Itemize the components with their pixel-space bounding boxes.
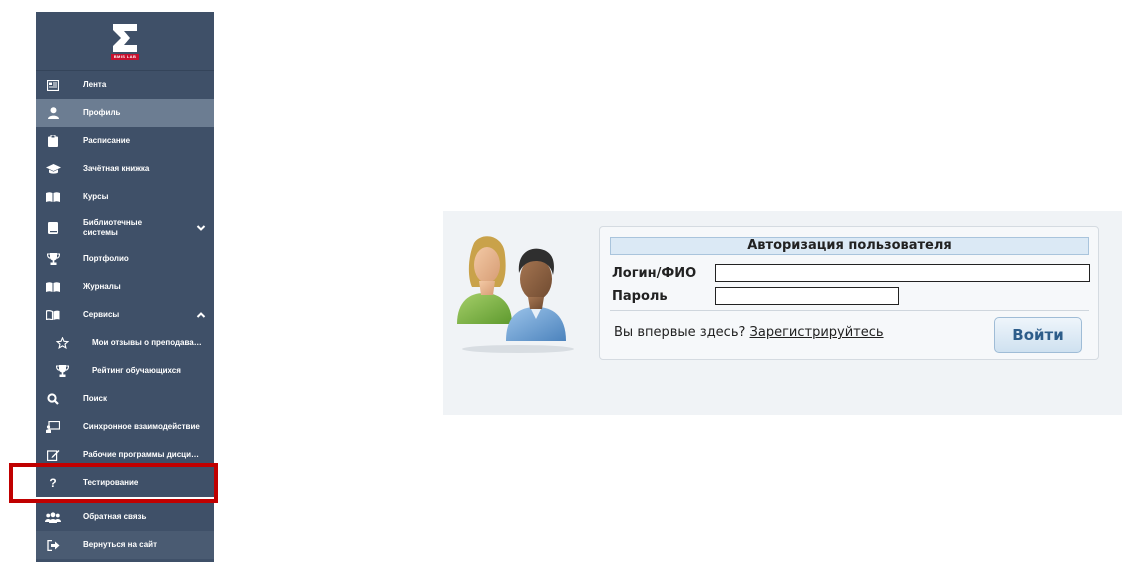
users-illustration-icon bbox=[457, 236, 574, 353]
sidebar-item-journals[interactable]: Журналы bbox=[36, 273, 214, 301]
page: BMIS LAB Лента Профиль Расписание Зачётн… bbox=[0, 0, 1122, 562]
star-icon bbox=[54, 336, 70, 350]
login-label: Логин/ФИО bbox=[612, 266, 697, 281]
login-input[interactable] bbox=[715, 264, 1090, 282]
presentation-icon bbox=[45, 420, 61, 434]
chevron-up-icon[interactable] bbox=[196, 310, 206, 320]
sidebar-item-label: Вернуться на сайт bbox=[83, 540, 158, 549]
sidebar-item-label: Зачётная книжка bbox=[83, 164, 150, 173]
graduation-cap-icon bbox=[45, 162, 61, 176]
newspaper-icon bbox=[45, 78, 61, 92]
sidebar-nav: Лента Профиль Расписание Зачётная книжка bbox=[36, 71, 214, 559]
trophy-icon bbox=[45, 252, 61, 266]
sign-out-icon bbox=[45, 538, 61, 552]
sidebar-item-label: Сервисы bbox=[83, 310, 120, 319]
sidebar-item-label: Расписание bbox=[83, 136, 131, 145]
book-icon bbox=[45, 221, 61, 235]
sidebar-item-label: Журналы bbox=[83, 282, 121, 291]
first-time-text: Вы впервые здесь? bbox=[614, 325, 746, 340]
sidebar-item-label: Синхронное взаимодействие bbox=[83, 422, 200, 431]
sidebar-item-label: Рабочие программы дисциплин bbox=[83, 450, 202, 459]
sidebar-item-label: Мои отзывы о преподавателях bbox=[92, 338, 202, 347]
sidebar: BMIS LAB Лента Профиль Расписание Зачётн… bbox=[36, 12, 214, 562]
sidebar-item-feed[interactable]: Лента bbox=[36, 71, 214, 99]
clipboard-icon bbox=[45, 134, 61, 148]
sidebar-item-gradebook[interactable]: Зачётная книжка bbox=[36, 155, 214, 183]
users-icon bbox=[45, 510, 61, 524]
sidebar-item-search[interactable]: Поиск bbox=[36, 385, 214, 413]
sidebar-item-testing[interactable]: ? Тестирование bbox=[36, 469, 214, 497]
sidebar-item-student-rating[interactable]: Рейтинг обучающихся bbox=[36, 357, 214, 385]
sidebar-item-profile[interactable]: Профиль bbox=[36, 99, 214, 127]
sidebar-item-work-programs[interactable]: Рабочие программы дисциплин bbox=[36, 441, 214, 469]
sidebar-item-label: Профиль bbox=[83, 108, 121, 117]
sidebar-item-courses[interactable]: Курсы bbox=[36, 183, 214, 211]
login-form: Авторизация пользователя Логин/ФИО Парол… bbox=[599, 226, 1099, 360]
sidebar-item-label: Курсы bbox=[83, 192, 109, 201]
sidebar-item-label: Рейтинг обучающихся bbox=[92, 366, 181, 375]
password-label: Пароль bbox=[612, 289, 668, 304]
book-open-icon bbox=[45, 280, 61, 294]
sidebar-item-library[interactable]: Библиотечные системы bbox=[36, 211, 214, 245]
register-prompt: Вы впервые здесь? Зарегистрируйтесь bbox=[614, 325, 884, 340]
logo-mark: BMIS LAB bbox=[110, 23, 140, 60]
logo[interactable]: BMIS LAB bbox=[36, 12, 214, 71]
book-open-icon bbox=[45, 190, 61, 204]
sidebar-item-label: Поиск bbox=[83, 394, 108, 403]
trophy-icon bbox=[54, 364, 70, 378]
chevron-down-icon[interactable] bbox=[196, 223, 206, 233]
reader-icon bbox=[45, 308, 61, 322]
edit-icon bbox=[45, 448, 61, 462]
user-icon bbox=[45, 106, 61, 120]
sidebar-item-label: Обратная связь bbox=[83, 512, 147, 521]
question-icon: ? bbox=[49, 476, 57, 490]
sidebar-item-label: Библиотечные системы bbox=[83, 218, 143, 237]
search-icon bbox=[45, 392, 61, 406]
password-input[interactable] bbox=[715, 287, 899, 305]
sidebar-item-portfolio[interactable]: Портфолио bbox=[36, 245, 214, 273]
sidebar-item-feedback[interactable]: Обратная связь bbox=[36, 503, 214, 531]
register-link[interactable]: Зарегистрируйтесь bbox=[750, 325, 884, 340]
login-area: Авторизация пользователя Логин/ФИО Парол… bbox=[443, 211, 1122, 415]
logo-subtitle: BMIS LAB bbox=[110, 53, 140, 60]
sidebar-item-label: Тестирование bbox=[83, 478, 139, 487]
sidebar-item-sync-interaction[interactable]: Синхронное взаимодействие bbox=[36, 413, 214, 441]
sigma-logo-icon bbox=[112, 23, 137, 52]
sidebar-item-back-to-site[interactable]: Вернуться на сайт bbox=[36, 531, 214, 559]
sidebar-item-services[interactable]: Сервисы bbox=[36, 301, 214, 329]
sidebar-item-my-reviews[interactable]: Мои отзывы о преподавателях bbox=[36, 329, 214, 357]
login-title: Авторизация пользователя bbox=[610, 237, 1089, 255]
sidebar-item-label: Лента bbox=[83, 80, 107, 89]
form-divider bbox=[610, 310, 1089, 311]
login-button[interactable]: Войти bbox=[994, 317, 1082, 353]
sidebar-item-label: Портфолио bbox=[83, 254, 129, 263]
sidebar-item-schedule[interactable]: Расписание bbox=[36, 127, 214, 155]
